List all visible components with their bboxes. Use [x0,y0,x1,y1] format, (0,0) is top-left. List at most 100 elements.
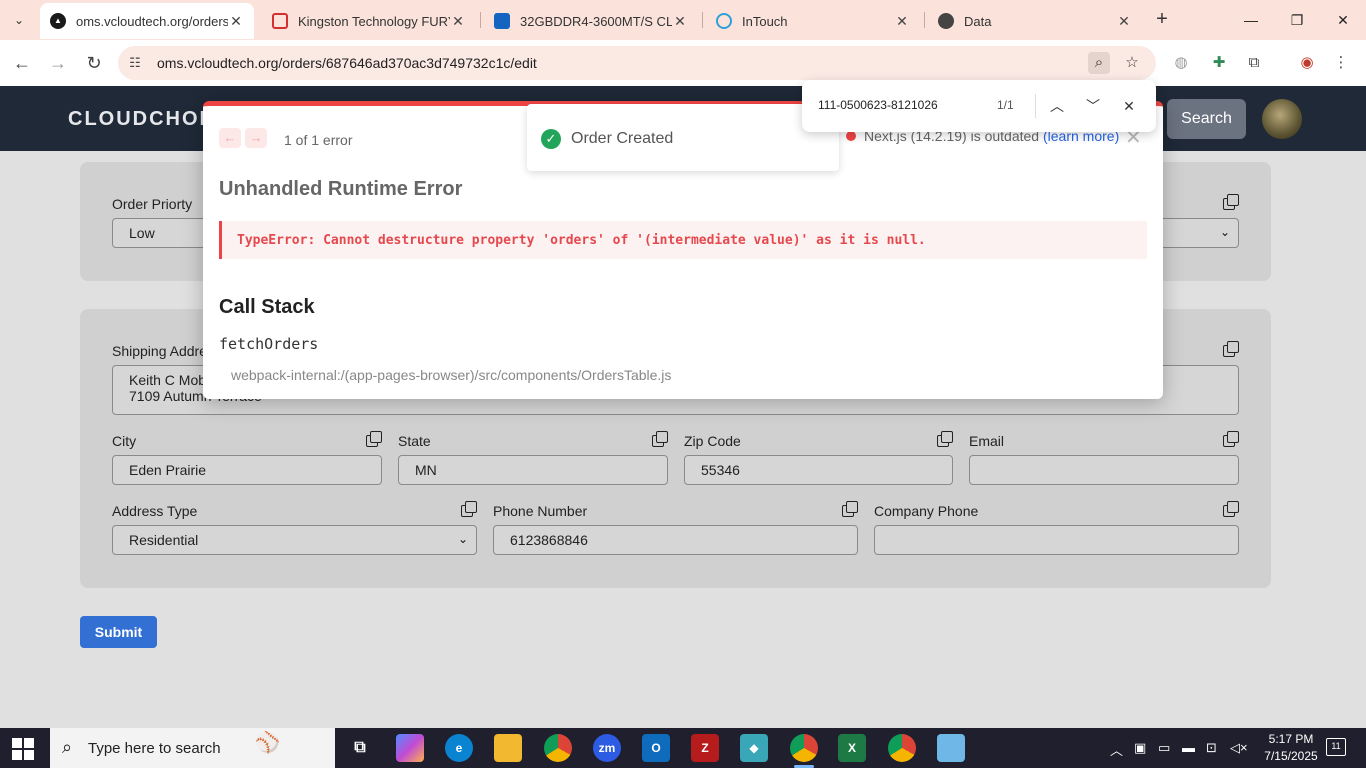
tab-data[interactable]: Data ✕ [928,3,1142,39]
zoom-icon[interactable]: zm [593,734,621,762]
windows-start-icon[interactable] [12,738,34,760]
header-search-button[interactable]: Search [1167,99,1246,139]
task-view-icon[interactable]: ⧉ [346,734,374,762]
address-type-label: Address Type [112,503,198,519]
site-info-icon[interactable]: ☷ [126,54,144,72]
address-type-select[interactable]: Residential ⌄ [112,525,477,555]
tab-title: oms.vcloudtech.org/orders/6 [76,13,228,29]
file-explorer-icon[interactable] [494,734,522,762]
zip-code-label: Zip Code [684,433,741,449]
battery-icon[interactable]: ▬ [1182,740,1195,755]
tab-title: Kingston Technology FURY 3 [298,13,450,29]
user-avatar[interactable] [1262,99,1302,139]
browser-toolbar: ← → ↻ ☷ oms.vcloudtech.org/orders/687646… [0,40,1366,86]
volume-muted-icon[interactable]: ◁× [1230,740,1248,756]
tab-search-button[interactable]: ⌄ [6,8,32,32]
order-created-toast: ✓ Order Created [527,104,839,171]
tab-intouch[interactable]: InTouch ✕ [706,3,920,39]
tab-close-icon[interactable]: ✕ [228,13,244,30]
call-stack-function: fetchOrders [219,335,319,353]
order-priority-select[interactable]: Low [112,218,212,248]
ddr4-favicon-icon [494,13,510,29]
copilot-icon[interactable] [396,734,424,762]
find-separator [1035,94,1036,118]
chrome-alt-icon[interactable] [888,734,916,762]
zip-code-input[interactable]: 55346 [684,455,953,485]
display-icon[interactable]: ▭ [1158,740,1170,756]
menu-dots-icon[interactable]: ⋮ [1330,52,1352,74]
outlook-icon[interactable]: O [642,734,670,762]
city-input[interactable]: Eden Prairie [112,455,382,485]
new-tab-button[interactable]: + [1150,8,1174,32]
tab-separator [480,12,481,28]
app-diamond-icon[interactable]: ◆ [740,734,768,762]
copy-icon[interactable] [1223,194,1239,210]
tab-close-icon[interactable]: ✕ [450,13,466,30]
profile-icon[interactable]: ◉ [1296,52,1318,74]
next-error-button[interactable]: → [245,128,267,148]
call-stack-path[interactable]: webpack-internal:/(app-pages-browser)/sr… [231,367,671,383]
excel-icon[interactable]: X [838,734,866,762]
clock-date: 7/15/2025 [1264,749,1318,763]
filezilla-icon[interactable]: Z [691,734,719,762]
company-phone-input[interactable] [874,525,1239,555]
extensions-puzzle-icon[interactable]: ⧉ [1243,52,1265,74]
copy-icon[interactable] [366,431,382,447]
minimize-button[interactable]: — [1228,8,1274,32]
company-phone-label: Company Phone [874,503,979,519]
error-count: 1 of 1 error [284,132,353,148]
address-type-value: Residential [129,532,199,548]
chrome-profile-icon[interactable] [790,734,818,768]
phone-number-label: Phone Number [493,503,588,519]
notes-app-icon[interactable] [937,734,965,762]
phone-number-input[interactable]: 6123868846 [493,525,858,555]
tab-close-icon[interactable]: ✕ [1116,13,1132,30]
globe-icon[interactable]: ◍ [1170,52,1192,74]
state-input[interactable]: MN [398,455,668,485]
edge-icon[interactable]: e [445,734,473,762]
reload-button[interactable]: ↻ [82,51,106,75]
taskbar-search-box[interactable]: ⌕ Type here to search ⚾ [50,728,335,768]
address-bar[interactable]: ☷ oms.vcloudtech.org/orders/687646ad370a… [118,46,1156,80]
prev-error-button[interactable]: ← [219,128,241,148]
email-input[interactable] [969,455,1239,485]
restore-button[interactable]: ❐ [1274,8,1320,32]
find-close-icon[interactable]: ✕ [1118,95,1140,117]
copy-icon[interactable] [937,431,953,447]
cloudchoice-logo[interactable]: CLOUDCHOIC [68,108,224,131]
submit-button[interactable]: Submit [80,616,157,648]
right-select-field[interactable]: ⌄ [1160,218,1239,248]
network-icon[interactable]: ⊡ [1206,740,1217,756]
copy-icon[interactable] [652,431,668,447]
copy-icon[interactable] [1223,431,1239,447]
copy-icon[interactable] [1223,341,1239,357]
copy-icon[interactable] [1223,501,1239,517]
toast-message: Order Created [571,130,674,147]
find-input[interactable]: 111-0500623-8121026 [818,98,938,112]
tab-oms-orders[interactable]: ▲ oms.vcloudtech.org/orders/6 ✕ [40,3,254,39]
shipping-address-label: Shipping Addre [112,343,207,359]
find-next-icon[interactable]: ﹀ [1082,95,1104,117]
copy-icon[interactable] [461,501,477,517]
chrome-icon[interactable] [544,734,572,762]
back-button[interactable]: ← [10,51,34,75]
close-window-button[interactable]: ✕ [1320,8,1366,32]
bookmark-star-icon[interactable]: ☆ [1121,52,1143,74]
tab-ddr4[interactable]: 32GBDDR4-3600MT/S CL16 ✕ [484,3,698,39]
tab-close-icon[interactable]: ✕ [672,13,688,30]
tab-close-icon[interactable]: ✕ [894,13,910,30]
browser-tab-bar: ⌄ ▲ oms.vcloudtech.org/orders/6 ✕ Kingst… [0,0,1366,40]
copy-icon[interactable] [842,501,858,517]
windows-taskbar: ⌕ Type here to search ⚾ ⧉ e zm O Z ◆ X ︿… [0,728,1366,768]
taskbar-clock[interactable]: 5:17 PM 7/15/2025 [1256,731,1326,765]
tab-title: InTouch [742,13,788,29]
extension-plus-icon[interactable]: ✚ [1208,52,1230,74]
tray-chevron-icon[interactable]: ︿ [1110,740,1123,759]
clock-time: 5:17 PM [1268,732,1314,746]
forward-button[interactable]: → [46,51,70,75]
tab-kingston[interactable]: Kingston Technology FURY 3 ✕ [262,3,476,39]
notification-center-icon[interactable]: 11 [1326,738,1346,756]
find-previous-icon[interactable]: ︿ [1046,95,1068,117]
find-in-page-icon[interactable]: ⌕ [1088,52,1110,74]
camera-icon[interactable]: ▣ [1134,740,1146,756]
